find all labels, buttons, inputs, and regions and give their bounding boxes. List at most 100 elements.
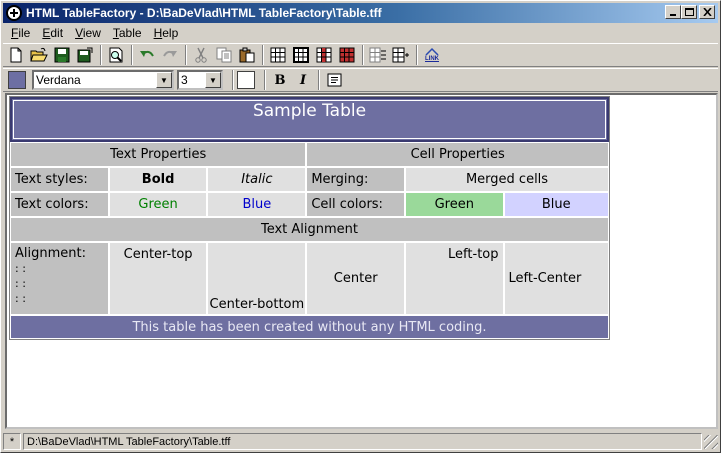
cut-button[interactable] — [190, 44, 212, 66]
cell-left-top[interactable]: Left-top — [405, 242, 504, 315]
font-select-value: Verdana — [36, 73, 81, 87]
format-toolbar: Verdana ▼ 3 ▼ B I — [3, 68, 718, 92]
size-select[interactable]: 3 ▼ — [177, 70, 223, 90]
cell-bold[interactable]: Bold — [108, 167, 208, 192]
table-caption[interactable]: Sample Table — [10, 97, 609, 142]
menu-help-label: elp — [162, 26, 179, 40]
new-button[interactable] — [5, 44, 27, 66]
menu-view-accel: V — [75, 26, 83, 40]
cell-blue-bg[interactable]: Blue — [503, 192, 609, 217]
header-text-alignment[interactable]: Text Alignment — [10, 217, 609, 242]
open-icon — [30, 47, 48, 62]
table-red-button[interactable] — [336, 44, 358, 66]
window-controls — [665, 5, 715, 19]
maximize-button[interactable] — [681, 5, 697, 19]
bold-button[interactable]: B — [269, 69, 291, 91]
alignment-dots: : : — [15, 277, 26, 290]
menu-edit[interactable]: Edit — [36, 26, 69, 40]
save-as-button[interactable] — [74, 44, 96, 66]
toolbar-separator — [232, 70, 234, 90]
copy-button[interactable] — [213, 44, 235, 66]
table-button[interactable] — [267, 44, 289, 66]
redo-icon — [163, 50, 177, 57]
cut-icon — [195, 47, 207, 63]
save-button[interactable] — [51, 44, 73, 66]
toolbar-separator — [416, 45, 418, 65]
menu-help[interactable]: Help — [148, 26, 185, 40]
new-icon — [10, 47, 22, 63]
cell-center-top[interactable]: Center-top — [108, 242, 208, 315]
label-text-styles[interactable]: Text styles: — [10, 167, 109, 192]
paste-button[interactable] — [236, 44, 258, 66]
menu-table-label: able — [118, 26, 142, 40]
app-window: HTML TableFactory - D:\BaDeVlad\HTML Tab… — [0, 0, 721, 453]
cell-green-bg[interactable]: Green — [405, 192, 504, 217]
properties-icon — [327, 73, 341, 87]
label-cell-colors[interactable]: Cell colors: — [306, 192, 406, 217]
menu-view[interactable]: View — [69, 26, 107, 40]
cell-italic[interactable]: Italic — [207, 167, 307, 192]
header-cell-properties[interactable]: Cell Properties — [306, 142, 609, 167]
insert-row-button[interactable] — [390, 44, 412, 66]
table-grid-button[interactable] — [290, 44, 312, 66]
open-button[interactable] — [28, 44, 50, 66]
toolbar-separator — [131, 45, 133, 65]
app-logo-icon[interactable] — [6, 5, 22, 21]
insert-row-icon — [392, 47, 409, 63]
maximize-icon — [684, 8, 694, 16]
font-select[interactable]: Verdana ▼ — [32, 70, 174, 90]
sample-table[interactable]: Sample Table Text Properties Cell Proper… — [9, 96, 610, 340]
main-toolbar: LINK — [3, 43, 718, 67]
toolbar-separator — [100, 45, 102, 65]
table-icon — [270, 47, 286, 63]
minimize-button[interactable] — [665, 5, 681, 19]
italic-button[interactable]: I — [292, 69, 314, 91]
cell-blue-text[interactable]: Blue — [207, 192, 307, 217]
window-title: HTML TableFactory - D:\BaDeVlad\HTML Tab… — [26, 6, 382, 20]
link-button[interactable]: LINK — [421, 44, 443, 66]
alignment-label-text: Alignment: — [15, 246, 86, 261]
status-bar: * D:\BaDeVlad\HTML TableFactory\Table.tf… — [3, 432, 718, 451]
resize-grip-icon[interactable] — [704, 434, 718, 449]
menu-view-label: iew — [82, 26, 101, 40]
preview-button[interactable] — [105, 44, 127, 66]
cell-green-text[interactable]: Green — [108, 192, 208, 217]
toolbar-separator — [362, 45, 364, 65]
table-color-button[interactable] — [313, 44, 335, 66]
insert-column-icon — [369, 47, 386, 63]
cell-left-center[interactable]: Left-Center — [503, 242, 609, 315]
status-path: D:\BaDeVlad\HTML TableFactory\Table.tff — [23, 433, 702, 450]
cell-merged[interactable]: Merged cells — [405, 167, 609, 192]
preview-icon — [109, 47, 123, 63]
toolbar-separator — [262, 45, 264, 65]
chevron-down-icon[interactable]: ▼ — [205, 72, 221, 88]
close-button[interactable] — [699, 5, 715, 19]
undo-button[interactable] — [136, 44, 158, 66]
menu-file[interactable]: File — [5, 26, 36, 40]
chevron-down-icon[interactable]: ▼ — [156, 72, 172, 88]
cell-center-bottom[interactable]: Center-bottom — [207, 242, 307, 315]
header-text-properties[interactable]: Text Properties — [10, 142, 307, 167]
label-alignment[interactable]: Alignment: : : : : : : — [10, 242, 109, 315]
cell-center[interactable]: Center — [306, 242, 406, 315]
table-footer[interactable]: This table has been created without any … — [10, 315, 609, 339]
size-select-value: 3 — [181, 73, 188, 87]
menu-table[interactable]: Table — [107, 26, 148, 40]
redo-button[interactable] — [159, 44, 181, 66]
color-swatch-button[interactable] — [8, 71, 26, 89]
paste-icon — [239, 47, 255, 63]
link-icon — [425, 47, 439, 56]
minimize-icon — [670, 14, 676, 16]
menu-help-accel: H — [153, 26, 163, 40]
label-merging[interactable]: Merging: — [306, 167, 406, 192]
label-text-colors[interactable]: Text colors: — [10, 192, 109, 217]
table-grid-icon — [293, 47, 309, 63]
close-icon — [702, 8, 712, 16]
insert-column-button[interactable] — [367, 44, 389, 66]
table-color-icon — [316, 47, 332, 63]
document-canvas[interactable]: Sample Table Text Properties Cell Proper… — [5, 93, 718, 429]
background-color-button[interactable] — [237, 71, 255, 89]
alignment-dots: : : — [15, 292, 26, 305]
properties-button[interactable] — [323, 69, 345, 91]
alignment-dots: : : — [15, 262, 26, 275]
